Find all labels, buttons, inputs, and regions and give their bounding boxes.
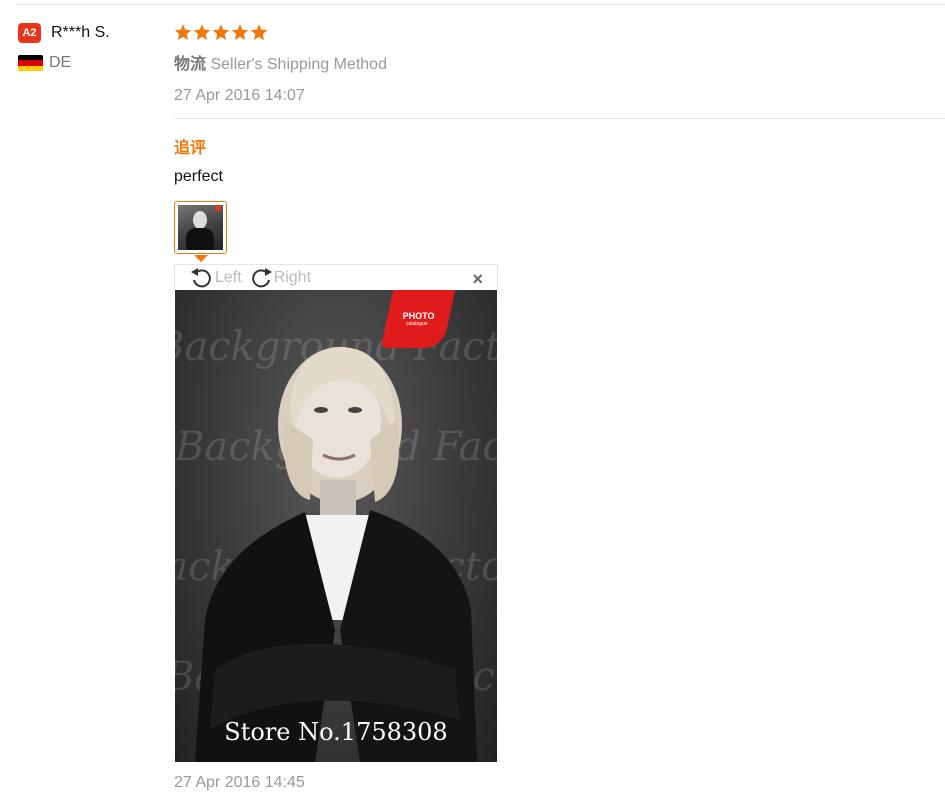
star-rating (174, 20, 945, 44)
review-photo-thumbnail[interactable] (174, 201, 227, 254)
close-viewer-button[interactable]: × (472, 269, 483, 290)
photo-viewer-toolbar: Left Right × (174, 264, 498, 290)
reviewer-info: A2 R***h S. DE (18, 22, 158, 72)
shipping-label: 物流 (174, 56, 207, 73)
rotate-left-button[interactable]: Left (189, 267, 242, 289)
country-code: DE (49, 54, 72, 71)
rotate-left-label: Left (215, 268, 242, 286)
review-divider (174, 118, 945, 119)
photo-tag-sub: catalogue (406, 321, 428, 327)
followup-text: perfect (174, 168, 223, 185)
review-date: 27 Apr 2016 14:07 (174, 87, 305, 104)
level-badge: A2 (18, 23, 41, 43)
star-icon (193, 24, 211, 40)
star-icon (212, 24, 230, 40)
rotate-right-icon (251, 267, 272, 287)
reviewer-name: R***h S. (51, 24, 110, 41)
rotate-left-icon (191, 267, 211, 287)
thumbnail-image (178, 205, 223, 250)
shipping-method: Seller's Shipping Method (210, 56, 387, 73)
shipping-info: 物流 Seller's Shipping Method (174, 50, 945, 74)
store-caption: Store No.1758308 (224, 718, 448, 746)
portrait-illustration: Background Factory Background Factory Ba… (175, 324, 497, 762)
rotate-right-button[interactable]: Right (248, 267, 311, 289)
star-icon (231, 24, 249, 40)
followup-date: 27 Apr 2016 14:45 (174, 774, 305, 791)
followup-label: 追评 (174, 140, 207, 157)
photo-tag-title: PHOTO (402, 311, 435, 321)
star-icon (174, 24, 192, 40)
rotate-right-label: Right (273, 268, 312, 286)
star-icon (250, 24, 268, 40)
top-divider (16, 4, 945, 5)
review-photo-large: Background Factory Background Factory Ba… (175, 290, 497, 762)
thumbnail-selected-caret (194, 255, 208, 262)
review-body: 物流 Seller's Shipping Method 27 Apr 2016 … (174, 20, 945, 119)
germany-flag-icon (18, 55, 43, 71)
